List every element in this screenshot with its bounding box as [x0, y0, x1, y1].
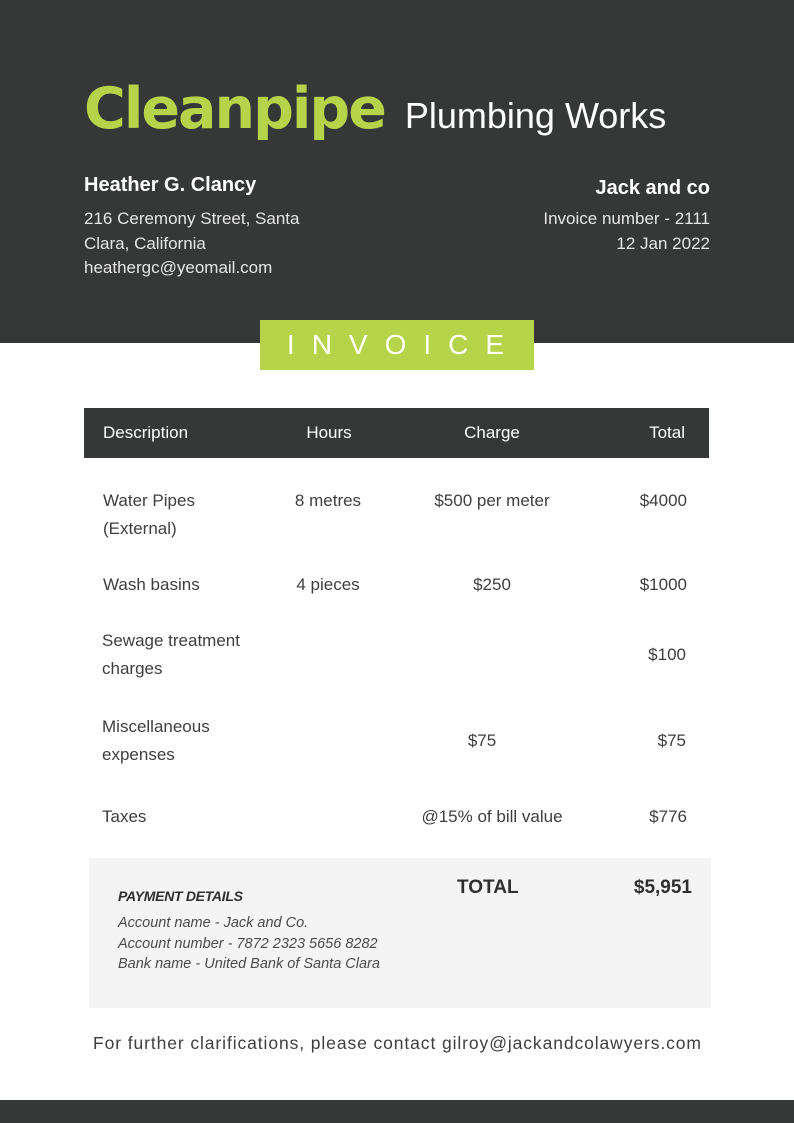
row-description-line: expenses — [102, 745, 175, 764]
row-total: $1000 — [639, 575, 687, 594]
row-charge: @15% of bill value — [421, 807, 563, 826]
invoice-date: 12 Jan 2022 — [616, 234, 710, 253]
sender-address-line2: Clara, California — [84, 233, 206, 253]
recipient-info: Jack and co Invoice number - 2111 12 Jan… — [543, 175, 710, 256]
row-charge: $500 per meter — [434, 491, 550, 510]
row-description-line: Sewage treatment — [102, 631, 240, 650]
row-description-line: Water Pipes — [103, 491, 195, 510]
sender-email: heathergc@yeomail.com — [84, 258, 273, 277]
bank-name: Bank name - United Bank of Santa Clara — [118, 956, 380, 972]
brand-logo: Cleanpipe Plumbing Works — [84, 76, 666, 142]
sender-info: Heather G. Clancy 216 Ceremony Street, S… — [84, 172, 324, 281]
row-description-line: charges — [102, 659, 163, 678]
row-charge: $75 — [467, 731, 497, 750]
row-total: $776 — [649, 807, 687, 826]
brand-name: Cleanpipe — [84, 76, 387, 142]
sender-name: Heather G. Clancy — [84, 174, 257, 196]
row-total: $100 — [648, 645, 686, 664]
row-charge: $250 — [473, 575, 511, 594]
row-total: $75 — [657, 731, 686, 750]
header-description: Description — [103, 423, 189, 442]
account-number: Account number - 7872 2323 5656 8282 — [118, 935, 378, 952]
total-label: TOTAL — [457, 877, 519, 898]
contact-note: For further clarifications, please conta… — [93, 1033, 702, 1053]
row-description-line: Miscellaneous — [102, 717, 210, 736]
row-description: Wash basins — [103, 575, 200, 594]
row-description: Water Pipes (External) — [103, 487, 195, 543]
header-charge: Charge — [464, 423, 520, 442]
row-description: Taxes — [102, 807, 147, 826]
header-total: Total — [649, 423, 685, 442]
row-description-line: (External) — [103, 519, 177, 538]
payment-details: Account name - Jack and Co. Account numb… — [118, 913, 380, 975]
header-hours: Hours — [306, 423, 352, 442]
invoice-number: Invoice number - 2111 — [543, 209, 710, 228]
row-total: $4000 — [639, 491, 687, 510]
footer-band — [0, 1100, 794, 1123]
payment-details-title: PAYMENT DETAILS — [118, 888, 243, 904]
table-header: Description Hours Charge Total — [84, 408, 709, 458]
invoice-title-badge: INVOICE — [260, 320, 534, 370]
total-value: $5,951 — [633, 877, 692, 898]
row-hours: 8 metres — [294, 491, 362, 510]
summary-box: PAYMENT DETAILS Account name - Jack and … — [89, 858, 711, 1008]
row-description: Sewage treatment charges — [102, 627, 240, 683]
row-description: Miscellaneous expenses — [102, 713, 210, 769]
row-hours: 4 pieces — [296, 575, 360, 594]
account-name: Account name - Jack and Co. — [118, 915, 309, 931]
recipient-name: Jack and co — [595, 177, 710, 199]
brand-tagline: Plumbing Works — [404, 95, 667, 136]
sender-address-line1: 216 Ceremony Street, Santa — [84, 209, 300, 228]
